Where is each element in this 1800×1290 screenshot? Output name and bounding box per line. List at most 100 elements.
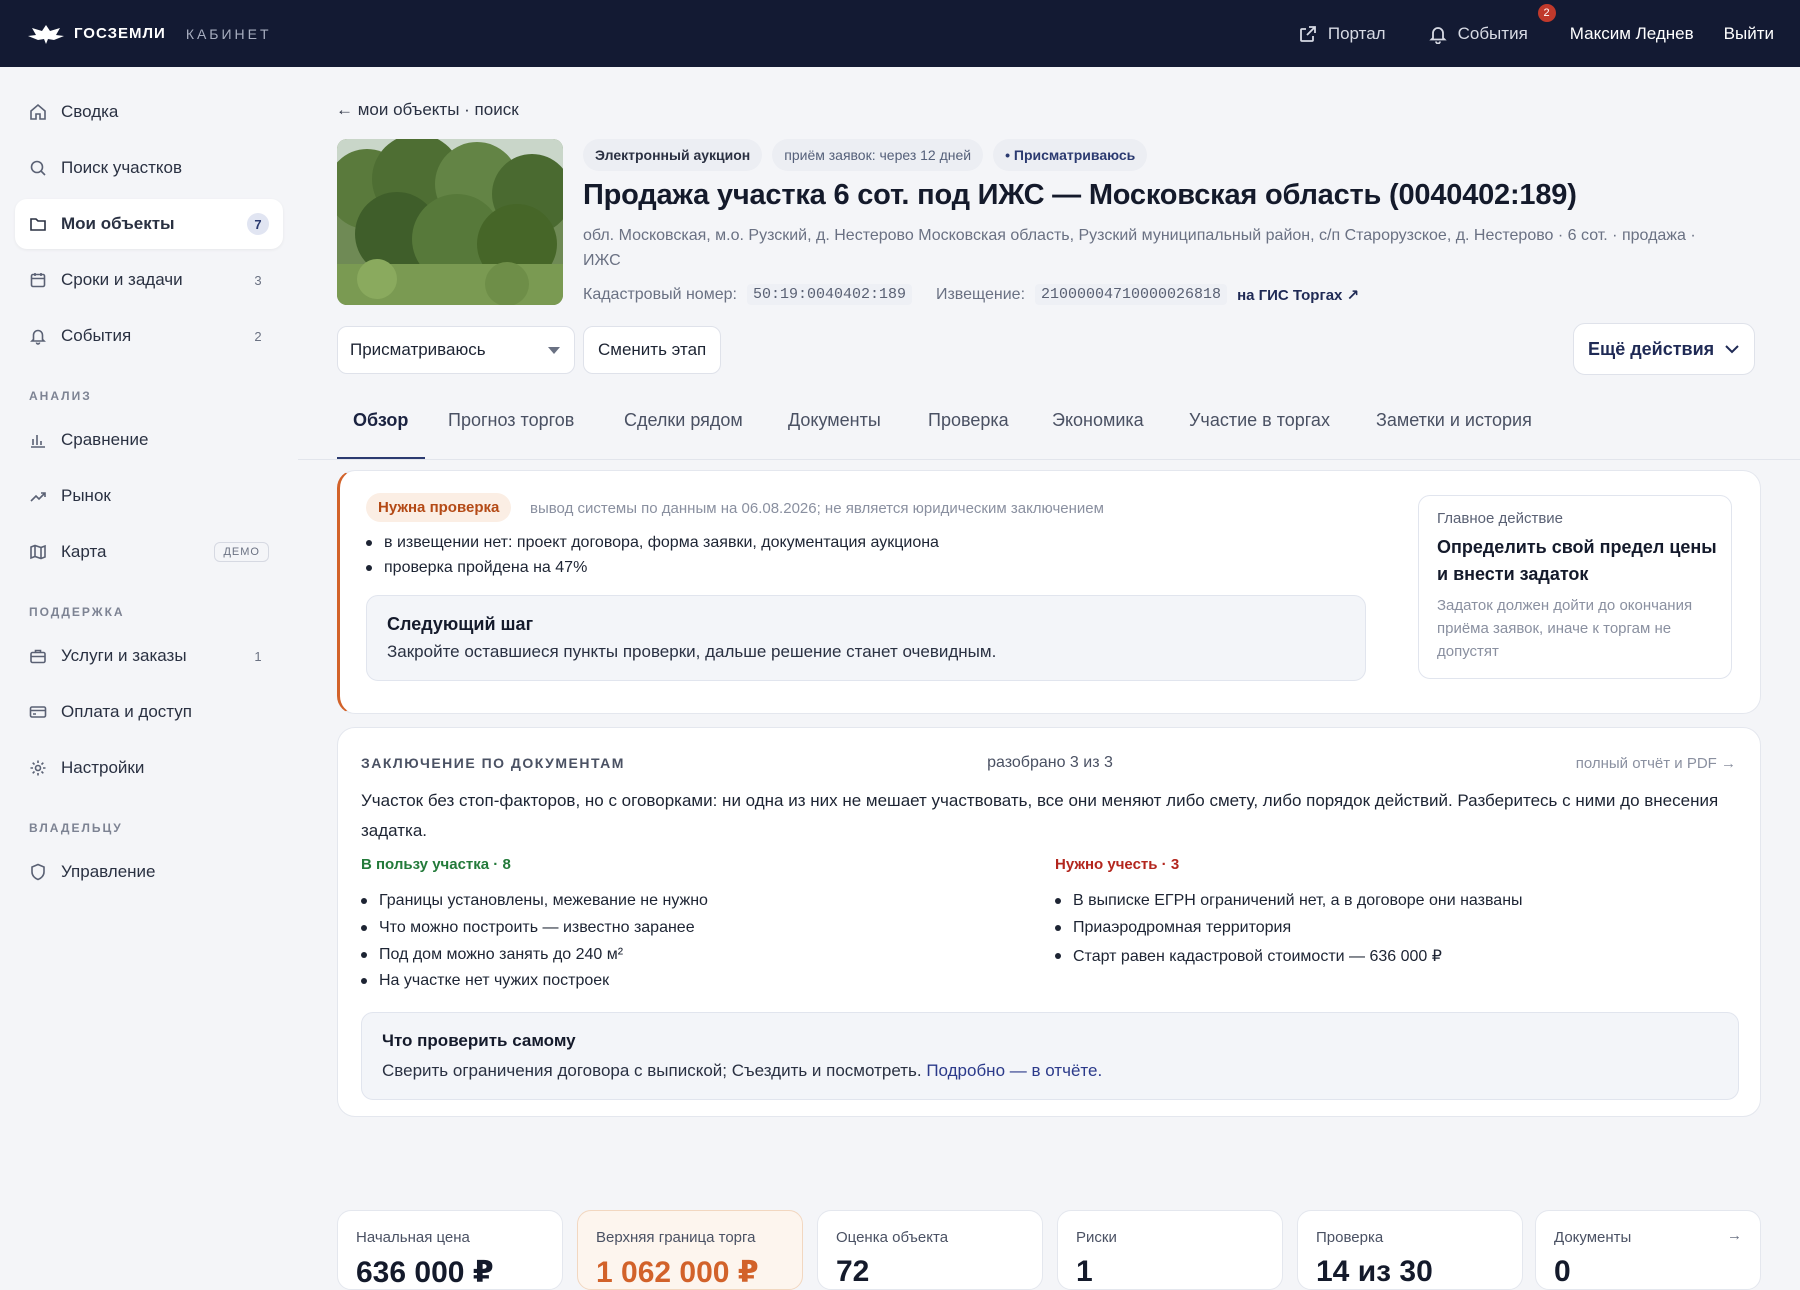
pros-heading: В пользу участка · 8	[361, 856, 511, 873]
kpi-value: 1	[1076, 1255, 1093, 1288]
sidebar-item-my-objects[interactable]: Мои объекты 7	[15, 199, 283, 249]
sidebar-item-map[interactable]: Карта ДЕМО	[15, 527, 283, 577]
external-link-icon	[1299, 25, 1316, 42]
self-check-body: Сверить ограничения договора с выпиской;…	[382, 1061, 922, 1080]
kpi-label: Документы	[1554, 1229, 1632, 1246]
briefcase-icon	[29, 647, 47, 665]
logout-button[interactable]: Выйти	[1724, 24, 1774, 44]
sidebar-item-events[interactable]: События 2	[15, 311, 283, 361]
sidebar-item-label: Оплата и доступ	[61, 702, 192, 721]
sidebar-section-owner: ВЛАДЕЛЬЦУ	[29, 821, 123, 835]
next-step-text: Закройте оставшиеся пункты проверки, дал…	[387, 642, 997, 661]
kpi-label: Риски	[1076, 1229, 1117, 1246]
section-label: КАБИНЕТ	[185, 25, 272, 42]
plot-address: обл. Московская, м.о. Рузский, д. Нестер…	[583, 227, 1696, 269]
calendar-icon	[29, 271, 47, 289]
tab-economics[interactable]: Экономика	[1052, 410, 1144, 431]
arrow-right-icon: →	[1727, 1227, 1742, 1244]
plot-photo[interactable]	[337, 139, 563, 305]
kpi-score[interactable]: Оценка объекта 72	[817, 1210, 1043, 1290]
conclusion-summary: Участок без стоп-факторов, но с оговорка…	[361, 791, 1719, 840]
sidebar-item-search[interactable]: Поиск участков	[15, 143, 283, 193]
kpi-label: Начальная цена	[356, 1229, 470, 1246]
gear-icon	[29, 759, 47, 777]
sidebar-item-services[interactable]: Услуги и заказы 1	[15, 631, 283, 681]
active-tab-indicator	[337, 457, 425, 459]
demo-tag: ДЕМО	[214, 542, 269, 562]
sidebar-item-label: Услуги и заказы	[61, 646, 187, 665]
status-badge: Нужна проверка	[366, 493, 512, 522]
main-action-label: Главное действие	[1437, 510, 1564, 527]
events-count-badge: 2	[1537, 3, 1556, 22]
pros-item: Границы установлены, межевание не нужно	[361, 892, 708, 910]
full-report-link[interactable]: полный отчёт и PDF →	[1576, 755, 1736, 772]
kpi-upper-bid[interactable]: Верхняя граница торга 1 062 000 ₽	[577, 1210, 803, 1290]
sidebar-item-deadlines[interactable]: Сроки и задачи 3	[15, 255, 283, 305]
tab-forecast[interactable]: Прогноз торгов	[448, 410, 574, 431]
sidebar-item-label: Управление	[61, 862, 156, 881]
sidebar-item-payment[interactable]: Оплата и доступ	[15, 687, 283, 737]
main-action-title: Определить свой предел цены и внести зад…	[1437, 537, 1717, 584]
pros-item: Под дом можно занять до 240 м²	[361, 946, 623, 964]
tab-nearby-deals[interactable]: Сделки рядом	[624, 410, 743, 431]
user-name[interactable]: Максим Леднев	[1570, 24, 1694, 44]
sidebar-item-summary[interactable]: Сводка	[15, 87, 283, 137]
main-action-box[interactable]: Главное действие Определить свой предел …	[1418, 495, 1732, 679]
sidebar-count-badge: 3	[254, 272, 262, 288]
brand-logo[interactable]: ГОСЗЕМЛИ КАБИНЕТ	[26, 22, 272, 46]
auction-type-chip: Электронный аукцион	[583, 139, 763, 171]
tab-overview[interactable]: Обзор	[353, 410, 408, 431]
chevron-down-icon	[1725, 345, 1739, 354]
sidebar-item-label: Сроки и задачи	[61, 270, 183, 289]
kpi-documents[interactable]: Документы 0 →	[1535, 1210, 1761, 1290]
tab-documents[interactable]: Документы	[788, 410, 881, 431]
sidebar-item-label: Сравнение	[61, 430, 149, 449]
sidebar-section-support: ПОДДЕРЖКА	[29, 605, 125, 619]
kpi-start-price[interactable]: Начальная цена 636 000 ₽	[337, 1210, 563, 1290]
more-actions-button[interactable]: Ещё действия	[1573, 323, 1756, 375]
portal-link[interactable]: Портал	[1298, 24, 1386, 44]
tab-auction-participation[interactable]: Участие в торгах	[1189, 410, 1330, 431]
brand-name: ГОСЗЕМЛИ	[74, 25, 166, 42]
cons-item: В выписке ЕГРН ограничений нет, а в дого…	[1055, 892, 1523, 910]
portal-label: Портал	[1327, 23, 1386, 43]
cadastral-number[interactable]: 50:19:0040402:189	[746, 284, 912, 305]
gis-torgi-link[interactable]: на ГИС Торгах ↗	[1237, 286, 1359, 304]
sidebar: Сводка Поиск участков Мои объекты 7 Срок…	[0, 67, 298, 1200]
notice-number[interactable]: 21000004710000026818	[1035, 284, 1228, 305]
kpi-check[interactable]: Проверка 14 из 30	[1297, 1210, 1523, 1290]
stage-select[interactable]: Присматриваюсь	[337, 326, 575, 374]
page-title: Продажа участка 6 сот. под ИЖС — Московс…	[583, 179, 1577, 211]
sidebar-item-settings[interactable]: Настройки	[15, 743, 283, 793]
top-nav: Портал События 2 Максим Леднев Выйти	[1256, 3, 1774, 44]
status-disclaimer: вывод системы по данным на 06.08.2026; н…	[530, 500, 1104, 517]
pros-item: На участке нет чужих построек	[361, 972, 609, 990]
pros-item: Что можно построить — известно заранее	[361, 919, 695, 937]
sidebar-item-market[interactable]: Рынок	[15, 471, 283, 521]
kpi-value: 72	[836, 1255, 870, 1288]
cons-heading: Нужно учесть · 3	[1055, 856, 1180, 873]
sidebar-count-badge: 2	[254, 328, 262, 344]
sidebar-item-label: Карта	[61, 542, 107, 561]
self-check-title: Что проверить самому	[382, 1031, 576, 1050]
stage-chip: • Присматриваюсь	[993, 139, 1148, 171]
top-bar: ГОСЗЕМЛИ КАБИНЕТ Портал События 2 Максим…	[0, 0, 1800, 67]
breadcrumb-back-link[interactable]: ← мои объекты · поиск	[336, 100, 519, 120]
sidebar-item-compare[interactable]: Сравнение	[15, 415, 283, 465]
main-action-description: Задаток должен дойти до окончания приёма…	[1437, 597, 1693, 660]
notice-label: Извещение:	[935, 285, 1026, 303]
events-link[interactable]: События 2	[1428, 3, 1556, 44]
kpi-label: Оценка объекта	[836, 1229, 949, 1246]
report-details-link[interactable]: Подробно — в отчёте.	[926, 1061, 1102, 1080]
change-stage-button[interactable]: Сменить этап	[583, 326, 722, 374]
sidebar-item-management[interactable]: Управление	[15, 847, 283, 897]
tab-notes-history[interactable]: Заметки и история	[1376, 410, 1532, 431]
sidebar-section-analysis: АНАЛИЗ	[29, 389, 92, 403]
tab-check[interactable]: Проверка	[928, 410, 1009, 431]
next-step-box: Следующий шаг Закройте оставшиеся пункты…	[366, 595, 1366, 681]
bar-chart-icon	[29, 431, 47, 449]
shield-icon	[29, 863, 47, 881]
list-item: проверка пройдена на 47%	[366, 559, 587, 577]
card-icon	[29, 703, 47, 721]
kpi-risks[interactable]: Риски 1	[1057, 1210, 1283, 1290]
